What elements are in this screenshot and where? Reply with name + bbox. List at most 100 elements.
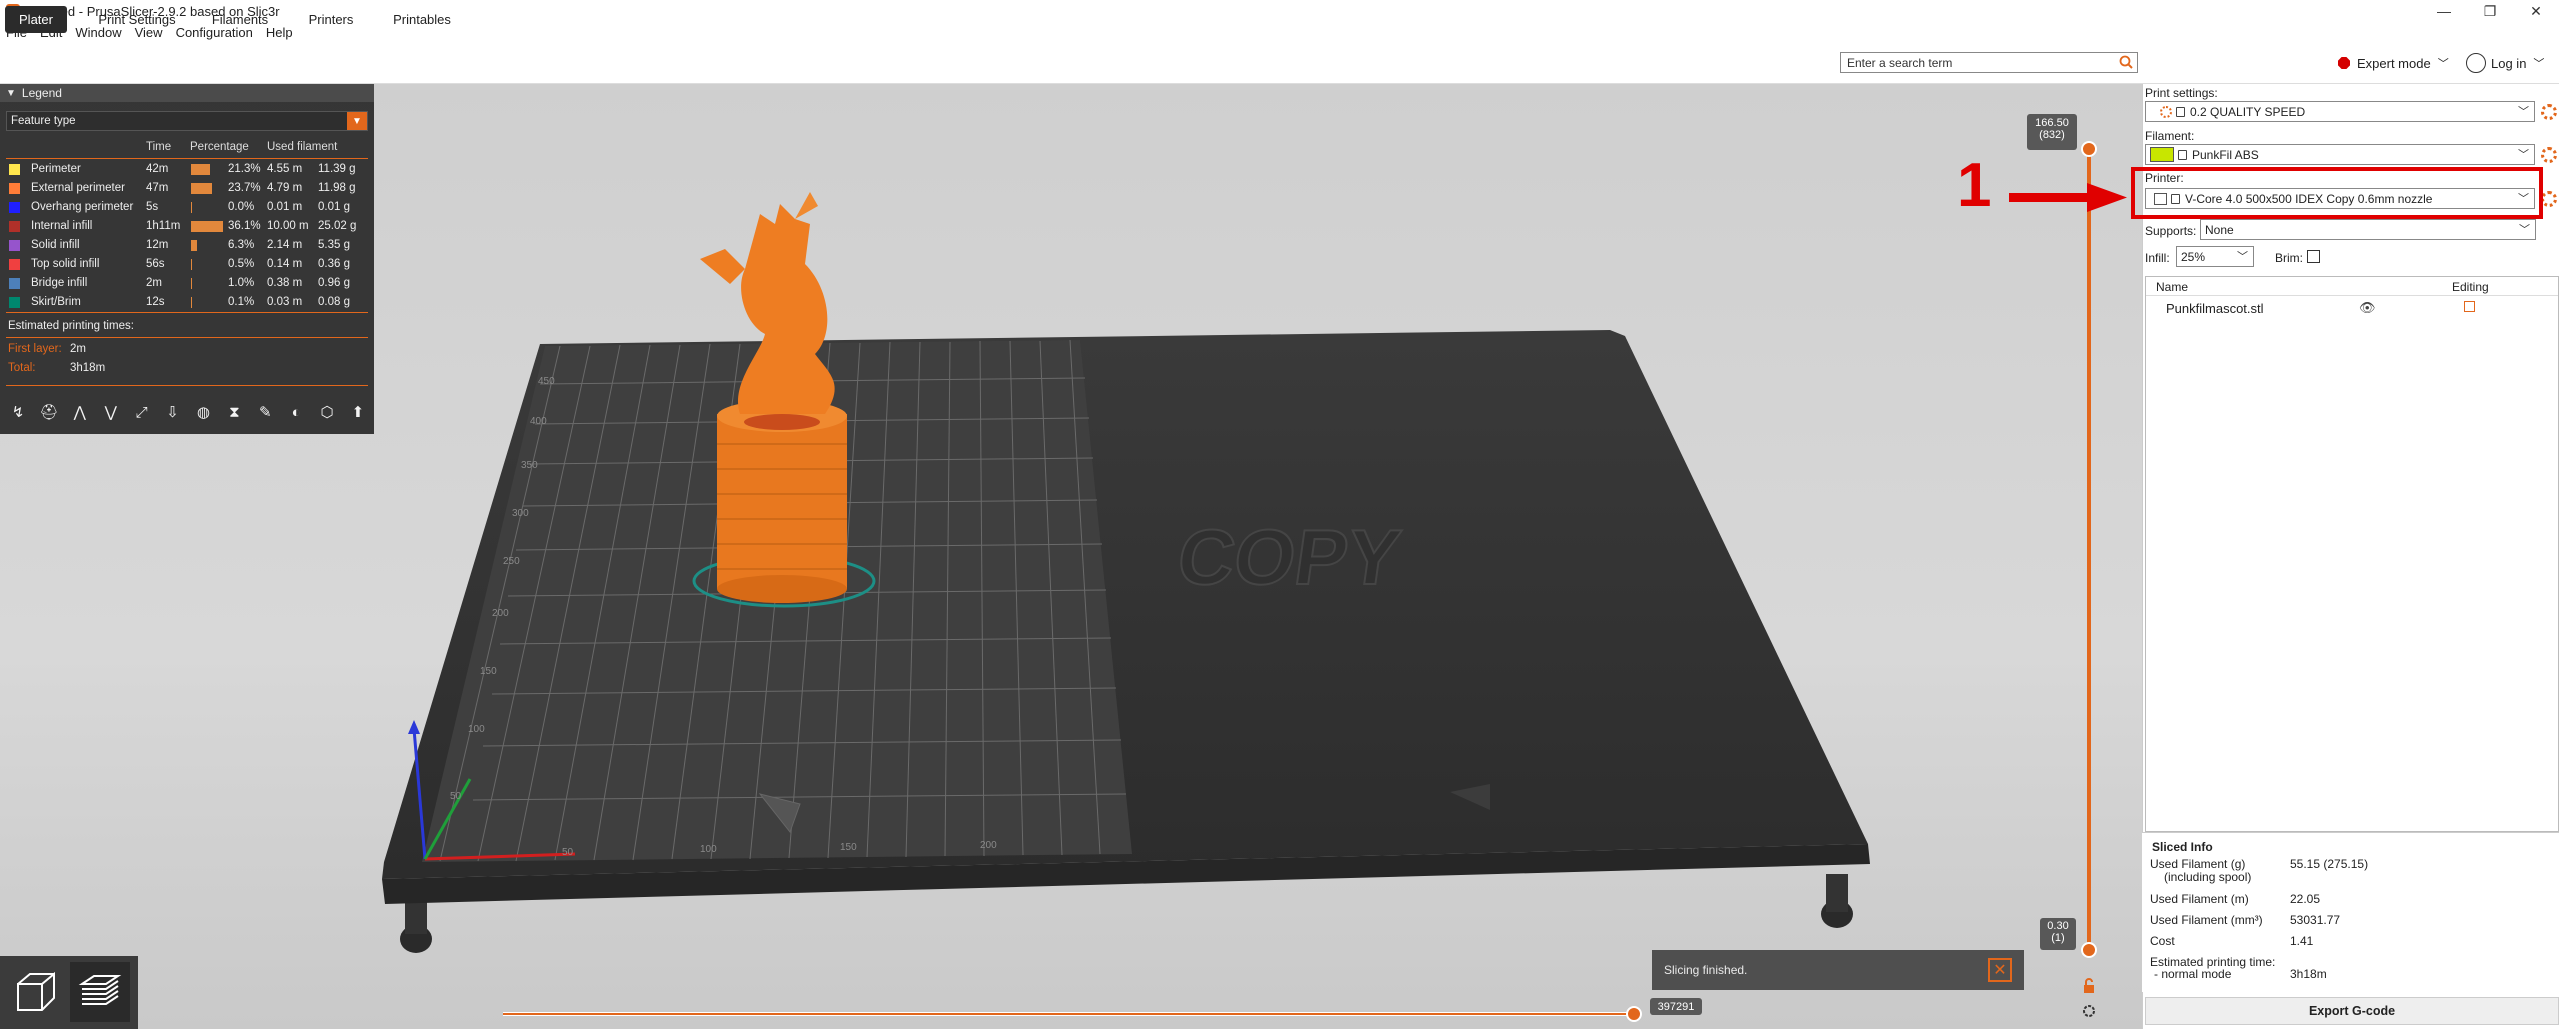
shells-icon[interactable]: ⬡ [315, 400, 339, 424]
color-changes-icon[interactable]: ◍ [191, 400, 215, 424]
window-controls: — ❐ ✕ [2421, 0, 2559, 22]
mode-selector[interactable]: Expert mode ﹀ [2338, 52, 2449, 74]
svg-text:300: 300 [512, 508, 529, 519]
minimize-button[interactable]: — [2421, 0, 2467, 22]
legend-percentage: 0.5% [228, 258, 255, 270]
legend-time: 47m [146, 182, 169, 194]
view-switcher [0, 956, 138, 1029]
tool-marker-icon[interactable]: ⬆ [346, 400, 370, 424]
tab-filaments[interactable]: Filaments [207, 6, 273, 33]
annotation-highlight-box [2131, 167, 2543, 219]
object-row[interactable]: Punkfilmascot.stl 👁 [2146, 296, 2558, 320]
legend-color-swatch [9, 240, 20, 251]
legend-percentage-bar [191, 183, 212, 194]
lock-icon [2178, 149, 2187, 160]
legend-weight: 11.98 g [318, 182, 356, 194]
edit-preset-icon[interactable] [2541, 104, 2557, 120]
expert-mode-icon [2338, 57, 2350, 69]
supports-combo[interactable]: None ﹀ [2200, 219, 2536, 240]
edit-preset-icon[interactable] [2541, 191, 2557, 207]
col-time: Time [146, 141, 172, 153]
infill-value: 25% [2181, 249, 2206, 264]
export-gcode-button[interactable]: Export G-code [2145, 997, 2559, 1025]
tab-printables[interactable]: Printables [388, 6, 456, 33]
legend-separator [6, 337, 368, 338]
legend-row[interactable]: Bridge infill 2m 1.0% 0.38 m 0.96 g [0, 274, 374, 293]
move-slider-track[interactable] [503, 1012, 1635, 1016]
legend-row[interactable]: Solid infill 12m 6.3% 2.14 m 5.35 g [0, 236, 374, 255]
legend-row[interactable]: Skirt/Brim 12s 0.1% 0.03 m 0.08 g [0, 293, 374, 312]
preview-button[interactable] [70, 962, 130, 1022]
legend-time: 12m [146, 239, 169, 251]
first-layer-label: First layer: [8, 343, 62, 355]
custom-gcodes-icon[interactable]: ✎ [253, 400, 277, 424]
pause-prints-icon[interactable]: ⧗ [222, 400, 246, 424]
search-input[interactable]: Enter a search term [1840, 52, 2138, 73]
seams-icon[interactable]: ⤢ [130, 400, 154, 424]
print-settings-combo[interactable]: 0.2 QUALITY SPEED ﹀ [2145, 101, 2535, 122]
legend-row[interactable]: Internal infill 1h11m 36.1% 10.00 m 25.02 g [0, 217, 374, 236]
sliced-info-panel: Sliced Info Used Filament (g) 55.15 (275… [2142, 832, 2559, 992]
layer-slider-lower-thumb[interactable] [2081, 942, 2097, 958]
cog-icon[interactable] [2081, 1003, 2097, 1019]
move-slider-thumb[interactable] [1626, 1006, 1642, 1022]
svg-text:250: 250 [503, 556, 520, 567]
legend-row[interactable]: Perimeter 42m 21.3% 4.55 m 11.39 g [0, 160, 374, 179]
menu-bar: File Edit Window View Configuration Help [0, 22, 2559, 42]
legend-separator [6, 385, 368, 386]
filament-combo[interactable]: PunkFil ABS ﹀ [2145, 144, 2535, 165]
lock-icon [2176, 106, 2185, 117]
filament-color-swatch [2150, 147, 2174, 162]
bottom-layer: (1) [2051, 932, 2065, 944]
retractions-icon[interactable]: ⋀ [68, 400, 92, 424]
col-percentage: Percentage [190, 141, 249, 153]
chevron-down-icon: ﹀ [2237, 251, 2248, 263]
legend-time: 42m [146, 163, 169, 175]
view-type-combo[interactable]: Feature type ▼ [6, 111, 368, 131]
legend-feature-name: Perimeter [31, 163, 81, 175]
edit-preset-icon[interactable] [2541, 147, 2557, 163]
edit-icon[interactable] [2464, 301, 2475, 312]
layer-slider-upper-thumb[interactable] [2081, 141, 2097, 157]
tab-printers[interactable]: Printers [300, 6, 362, 33]
3d-view-button[interactable] [6, 962, 66, 1022]
close-icon[interactable]: ✕ [1988, 958, 2012, 982]
legend-time: 12s [146, 296, 165, 308]
infill-combo[interactable]: 25% ﹀ [2176, 246, 2254, 267]
legend-row[interactable]: Top solid infill 56s 0.5% 0.14 m 0.36 g [0, 255, 374, 274]
center-of-gravity-icon[interactable]: ◐ [284, 400, 308, 424]
legend-percentage-bar [191, 164, 210, 175]
legend-header[interactable]: ▼ Legend [0, 84, 374, 102]
col-name[interactable]: Name [2156, 280, 2188, 294]
eye-icon[interactable]: 👁 [2359, 300, 2376, 316]
login-button[interactable]: Log in ﹀ [2466, 52, 2544, 74]
tab-plater[interactable]: Plater [5, 6, 67, 33]
collapse-triangle-icon[interactable]: ▼ [6, 88, 16, 99]
normal-mode-label: - normal mode [2154, 967, 2232, 981]
close-window-button[interactable]: ✕ [2513, 0, 2559, 22]
legend-weight: 0.96 g [318, 277, 350, 289]
maximize-button[interactable]: ❐ [2467, 0, 2513, 22]
legend-color-swatch [9, 297, 20, 308]
legend-length: 0.14 m [267, 258, 303, 270]
deretractions-icon[interactable]: ⋁ [99, 400, 123, 424]
legend-row[interactable]: External perimeter 47m 23.7% 4.79 m 11.98 g [0, 179, 374, 198]
lock-icon[interactable] [2081, 978, 2097, 994]
search-icon[interactable] [2119, 55, 2133, 69]
legend-row[interactable]: Overhang perimeter 5s 0.0% 0.01 m 0.01 g [0, 198, 374, 217]
svg-text:200: 200 [492, 608, 509, 619]
travel-icon[interactable]: ↯ [6, 400, 30, 424]
chevron-down-icon[interactable]: ▼ [347, 112, 367, 130]
brim-checkbox[interactable] [2307, 250, 2320, 263]
tool-changes-icon[interactable]: ⇩ [161, 400, 185, 424]
chevron-down-icon: ﹀ [2519, 224, 2530, 236]
layer-slider-bottom-label: 0.30 (1) [2040, 918, 2076, 950]
tab-print-settings[interactable]: Print Settings [92, 6, 182, 33]
legend-length: 4.55 m [267, 163, 303, 175]
normal-mode-value: 3h18m [2290, 967, 2327, 981]
wipe-icon[interactable]: ⛑ [37, 400, 61, 424]
used-filament-m-value: 22.05 [2290, 892, 2321, 906]
object-list-header: Name Editing [2146, 277, 2558, 296]
col-editing[interactable]: Editing [2452, 280, 2489, 294]
layer-slider-track[interactable] [2087, 148, 2091, 948]
